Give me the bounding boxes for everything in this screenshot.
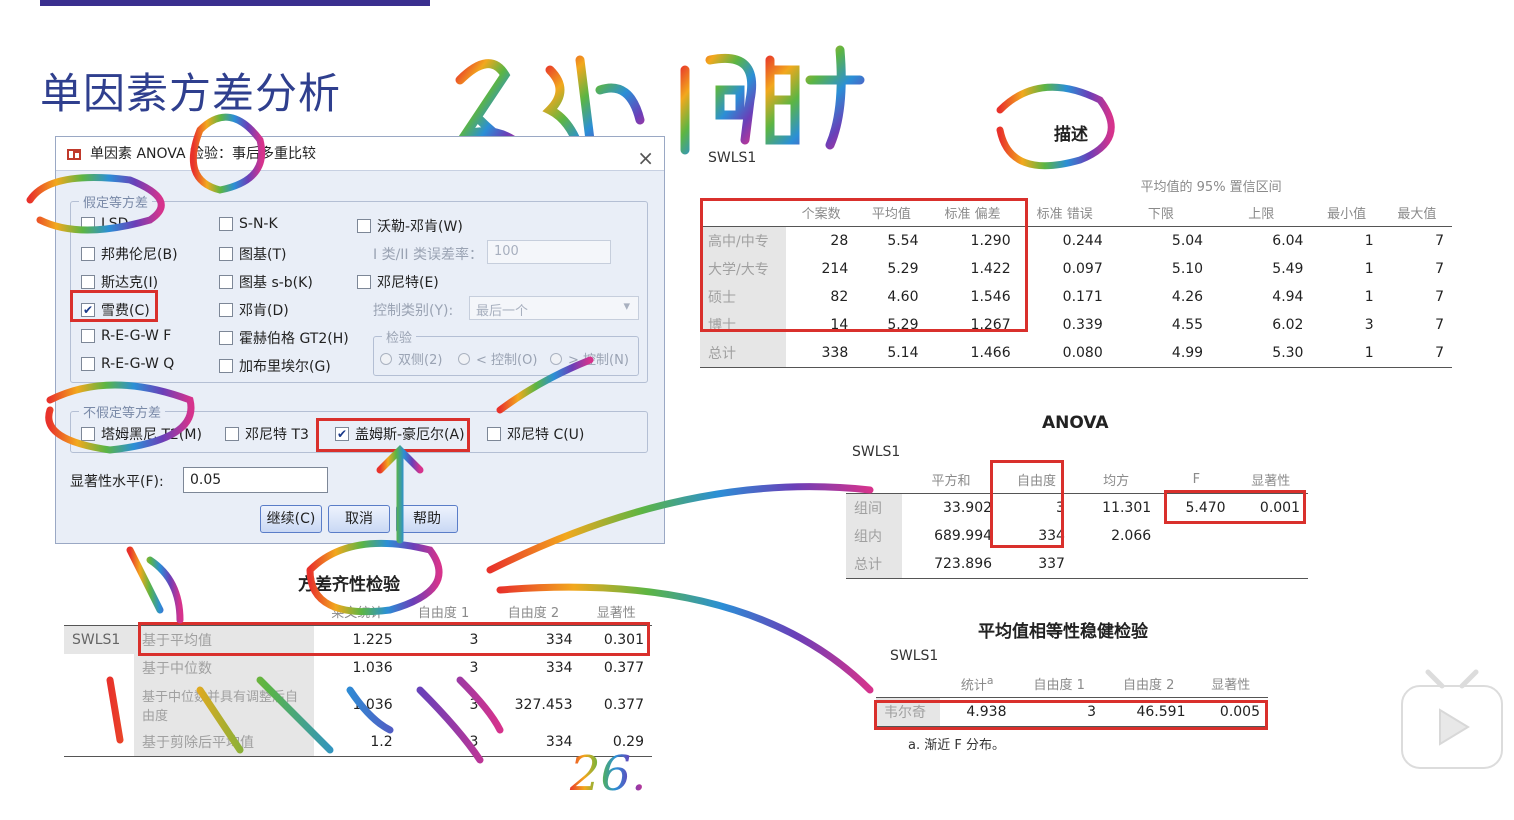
highlight-games-howell	[316, 418, 470, 452]
type-ratio-input[interactable]: 100	[487, 240, 611, 264]
col-header: 下限	[1110, 199, 1212, 227]
robust-footnote: a. 渐近 F 分布。	[908, 738, 1005, 753]
col-header: 平方和	[902, 466, 1001, 494]
option-dunnett-t3[interactable]: 邓尼特 T3	[225, 424, 309, 444]
post-hoc-dialog: 单因素 ANOVA 检验：事后多重比较 × 假定等方差 LSD 邦弗伦尼(B) …	[55, 136, 665, 544]
bilibili-tv-icon	[1401, 669, 1503, 769]
significance-input[interactable]: 0.05	[183, 467, 328, 493]
checkbox[interactable]	[357, 219, 371, 233]
checkbox[interactable]	[487, 427, 501, 441]
test-subgroup: 检验 双侧(2) < 控制(O) > 控制(N)	[373, 327, 639, 376]
col-header: 显著性	[1193, 670, 1268, 699]
option-regwf[interactable]: R-E-G-W F	[81, 328, 171, 344]
col-header: 均方	[1072, 466, 1160, 494]
table-row: 基于中位数 1.036 3 334 0.377	[64, 654, 652, 682]
dialog-titlebar: 单因素 ANOVA 检验：事后多重比较 ×	[56, 137, 664, 171]
radio-greater-control[interactable]: > 控制(N)	[550, 349, 629, 368]
table-row: 基于剪除后平均值 1.2 3 334 0.29	[64, 728, 652, 757]
test-label: 检验	[382, 327, 417, 346]
control-category-select[interactable]: 最后一个 ▾	[469, 296, 639, 320]
dialog-title: 单因素 ANOVA 检验：事后多重比较	[90, 146, 316, 162]
col-header: 最大值	[1381, 199, 1452, 227]
radio-icon[interactable]	[550, 352, 562, 365]
checkbox[interactable]	[219, 331, 233, 345]
col-header: 标准 错误	[1018, 199, 1111, 227]
chevron-down-icon: ▾	[623, 299, 630, 314]
highlight-scheffe	[70, 290, 158, 322]
checkbox[interactable]	[357, 275, 371, 289]
unequal-variance-label: 不假定等方差	[79, 402, 166, 421]
option-tukey[interactable]: 图基(T)	[219, 244, 286, 264]
checkbox[interactable]	[219, 247, 233, 261]
checkbox[interactable]	[81, 217, 95, 231]
highlight-descriptives	[700, 198, 1028, 332]
radio-icon[interactable]	[458, 352, 470, 365]
continue-button[interactable]: 继续(C)	[260, 505, 322, 533]
col-header: 最小值	[1311, 199, 1382, 227]
col-header: 统计a	[940, 670, 1015, 699]
robust-title: 平均值相等性稳健检验	[978, 622, 1148, 642]
option-bonferroni[interactable]: 邦弗伦尼(B)	[81, 244, 178, 264]
option-snk[interactable]: S-N-K	[219, 216, 278, 232]
option-waller-duncan[interactable]: 沃勒-邓肯(W)	[357, 216, 463, 236]
highlight-anova-f	[1164, 490, 1306, 524]
col-header: 自由度 2	[1103, 670, 1194, 699]
highlight-welch	[874, 700, 1268, 730]
cancel-button[interactable]: 取消	[328, 505, 390, 533]
slide-title: 单因素方差分析	[40, 69, 342, 118]
table-row: 总计 723.896 337	[846, 550, 1308, 579]
homogeneity-title: 方差齐性检验	[298, 575, 400, 595]
checkbox[interactable]	[81, 357, 95, 371]
checkbox[interactable]	[81, 427, 95, 441]
option-sidak[interactable]: 斯达克(I)	[81, 272, 158, 292]
table-row: 基于中位数并具有调整后自由度 1.036 3 327.453 0.377	[64, 682, 652, 728]
anova-title: ANOVA	[1042, 413, 1109, 433]
option-hochberg[interactable]: 霍赫伯格 GT2(H)	[219, 328, 349, 348]
radio-two-sided[interactable]: 双侧(2)	[380, 349, 442, 368]
option-dunnett-c[interactable]: 邓尼特 C(U)	[487, 424, 584, 444]
anova-var: SWLS1	[852, 444, 901, 460]
highlight-anova-df	[990, 460, 1064, 548]
descriptives-title: 描述	[1054, 125, 1088, 145]
help-button[interactable]: 帮助	[396, 505, 458, 533]
equal-variance-label: 假定等方差	[79, 192, 153, 211]
significance-label: 显著性水平(F):	[70, 474, 164, 490]
checkbox[interactable]	[219, 303, 233, 317]
type-ratio-label: I 类/II 类误差率：	[373, 247, 484, 263]
top-accent-bar	[40, 0, 430, 6]
radio-icon[interactable]	[380, 352, 392, 365]
radio-less-control[interactable]: < 控制(O)	[458, 349, 537, 368]
close-icon[interactable]: ×	[637, 141, 654, 175]
col-header: 自由度 1	[1014, 670, 1104, 699]
ci-header: 平均值的 95% 置信区间	[1140, 180, 1282, 195]
checkbox[interactable]	[81, 275, 95, 289]
checkbox[interactable]	[219, 275, 233, 289]
homogeneity-var: SWLS1	[64, 625, 134, 654]
descriptives-var: SWLS1	[708, 150, 757, 166]
checkbox[interactable]	[81, 247, 95, 261]
spss-app-icon	[67, 149, 81, 160]
checkbox[interactable]	[219, 217, 233, 231]
option-dunnett[interactable]: 邓尼特(E)	[357, 272, 439, 292]
option-regwq[interactable]: R-E-G-W Q	[81, 356, 174, 372]
checkbox[interactable]	[81, 329, 95, 343]
checkbox[interactable]	[225, 427, 239, 441]
option-gabriel[interactable]: 加布里埃尔(G)	[219, 356, 331, 376]
table-row: 组内 689.994 334 2.066	[846, 522, 1308, 550]
option-tukey-b[interactable]: 图基 s-b(K)	[219, 272, 313, 292]
option-lsd[interactable]: LSD	[81, 216, 128, 232]
option-tamhane[interactable]: 塔姆黑尼 T2(M)	[81, 424, 202, 444]
robust-var: SWLS1	[890, 648, 939, 664]
checkbox[interactable]	[219, 359, 233, 373]
table-row: 总计 338 5.14 1.466 0.080 4.99 5.30 17	[700, 339, 1452, 368]
col-header: 上限	[1211, 199, 1312, 227]
control-category-label: 控制类别(Y):	[373, 303, 454, 319]
option-duncan[interactable]: 邓肯(D)	[219, 300, 289, 320]
highlight-homogeneity-mean	[138, 622, 650, 656]
